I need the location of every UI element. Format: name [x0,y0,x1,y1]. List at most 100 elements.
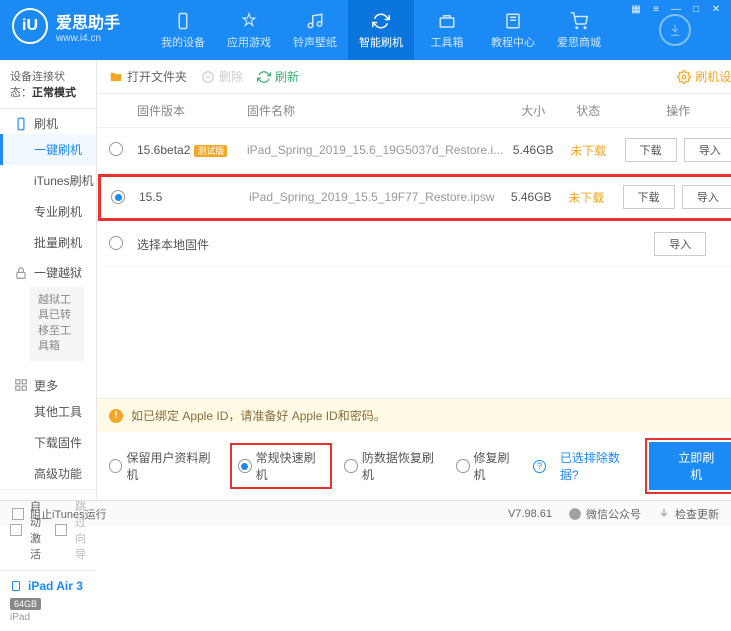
menu-icon[interactable]: ▦ [627,2,645,16]
connection-status: 设备连接状态：正常模式 [0,60,96,109]
wechat-link[interactable]: 微信公众号 [568,506,641,522]
th-size: 大小 [503,102,563,119]
delete-button[interactable]: 删除 [201,68,243,85]
device-type-label: iPad [10,612,86,623]
firmware-size: 5.46GB [503,143,563,157]
toolbox-icon [437,11,457,31]
gear-icon [677,70,691,84]
music-icon [305,11,325,31]
nav-my-device[interactable]: 我的设备 [150,0,216,60]
nav-label: 铃声壁纸 [293,34,337,50]
block-itunes-checkbox[interactable] [12,508,24,520]
firmware-status: 未下载 [563,142,613,159]
row-radio[interactable] [109,236,123,250]
download-button[interactable]: 下载 [625,138,677,162]
app-logo: iU 爱思助手 www.i4.cn [0,0,132,52]
download-indicator[interactable] [659,14,691,46]
import-button[interactable]: 导入 [684,138,731,162]
refresh-button[interactable]: 刷新 [257,68,299,85]
th-ops: 操作 [613,102,731,119]
minimize-button[interactable]: — [667,2,685,16]
th-version: 固件版本 [137,102,247,119]
update-icon [657,507,671,521]
download-icon [668,23,682,37]
flash-settings-button[interactable]: 刷机设置 [677,68,731,85]
auto-activate-checkbox[interactable] [10,524,22,536]
row-radio[interactable] [109,142,123,156]
sidebar-group-flash[interactable]: 刷机 [0,109,96,134]
nav-store[interactable]: 爱思商城 [546,0,612,60]
exclude-data-link[interactable]: 已选排除数据? [560,449,635,483]
th-name: 固件名称 [247,102,503,119]
mode-keep-data[interactable]: 保留用户资料刷机 [109,449,218,483]
mode-repair[interactable]: 修复刷机 [456,449,519,483]
device-storage-badge: 64GB [10,598,41,610]
app-url: www.i4.cn [56,33,120,44]
device-name-label: iPad Air 3 [28,579,83,593]
nav-label: 工具箱 [431,34,464,50]
firmware-status: 未下载 [561,189,611,206]
sidebar-item-pro-flash[interactable]: 专业刷机 [0,196,96,227]
phone-icon [14,117,28,131]
sidebar-item-itunes-flash[interactable]: iTunes刷机 [0,165,96,196]
app-title: 爱思助手 [56,9,120,33]
sidebar-item-other-tools[interactable]: 其他工具 [0,396,96,427]
refresh-icon [257,70,271,84]
nav-ringtones[interactable]: 铃声壁纸 [282,0,348,60]
flash-now-button[interactable]: 立即刷机 [649,442,731,490]
nav-flash[interactable]: 智能刷机 [348,0,414,60]
refresh-icon [371,11,391,31]
logo-icon: iU [12,8,48,44]
book-icon [503,11,523,31]
local-firmware-row[interactable]: 选择本地固件 导入 [97,222,731,267]
apps-icon [239,11,259,31]
firmware-row[interactable]: 15.6beta2测试版 iPad_Spring_2019_15.6_19G50… [97,128,731,173]
maximize-button[interactable]: □ [687,2,705,16]
import-button[interactable]: 导入 [654,232,706,256]
tablet-icon [10,580,22,592]
mode-normal-flash[interactable]: 常规快速刷机 [232,445,330,487]
version-label: V7.98.61 [508,508,552,520]
sidebar-item-advanced[interactable]: 高级功能 [0,458,96,489]
import-button[interactable]: 导入 [682,185,731,209]
folder-icon [109,70,123,84]
sidebar-item-batch-flash[interactable]: 批量刷机 [0,227,96,258]
apple-id-notice: ! 如已绑定 Apple ID，请准备好 Apple ID和密码。 ✕ [97,398,731,432]
firmware-name: iPad_Spring_2019_15.6_19G5037d_Restore.i… [247,143,503,157]
sidebar-group-jailbreak[interactable]: 一键越狱 [0,258,96,283]
close-button[interactable]: ✕ [707,2,725,16]
nav-label: 我的设备 [161,34,205,50]
jailbreak-note: 越狱工具已转移至工具箱 [30,287,84,361]
block-itunes-label: 阻止iTunes运行 [30,506,107,522]
download-button[interactable]: 下载 [623,185,675,209]
th-status: 状态 [563,102,613,119]
firmware-size: 5.46GB [501,190,561,204]
grid-icon [14,378,28,392]
sidebar-item-oneclick-flash[interactable]: 一键刷机 [0,134,96,165]
device-icon [173,11,193,31]
skip-guide-checkbox[interactable] [55,524,67,536]
sidebar-item-download-firmware[interactable]: 下载固件 [0,427,96,458]
info-icon: ! [109,409,123,423]
mode-anti-recovery[interactable]: 防数据恢复刷机 [344,449,442,483]
beta-badge: 测试版 [194,145,227,157]
nav-apps[interactable]: 应用游戏 [216,0,282,60]
nav-tutorials[interactable]: 教程中心 [480,0,546,60]
cart-icon [569,11,589,31]
nav-toolbox[interactable]: 工具箱 [414,0,480,60]
nav-label: 智能刷机 [359,34,403,50]
nav-label: 教程中心 [491,34,535,50]
firmware-name: iPad_Spring_2019_15.5_19F77_Restore.ipsw [249,190,501,204]
check-update-link[interactable]: 检查更新 [657,506,719,522]
open-folder-button[interactable]: 打开文件夹 [109,68,187,85]
settings-icon[interactable]: ≡ [647,2,665,16]
firmware-row-selected[interactable]: 15.5 iPad_Spring_2019_15.5_19F77_Restore… [99,175,731,220]
help-icon[interactable]: ? [533,460,546,473]
lock-icon [14,266,28,280]
nav-label: 应用游戏 [227,34,271,50]
wechat-icon [568,507,582,521]
device-panel[interactable]: iPad Air 3 64GB iPad [0,570,96,631]
delete-icon [201,70,215,84]
row-radio[interactable] [111,190,125,204]
sidebar-group-more[interactable]: 更多 [0,371,96,396]
